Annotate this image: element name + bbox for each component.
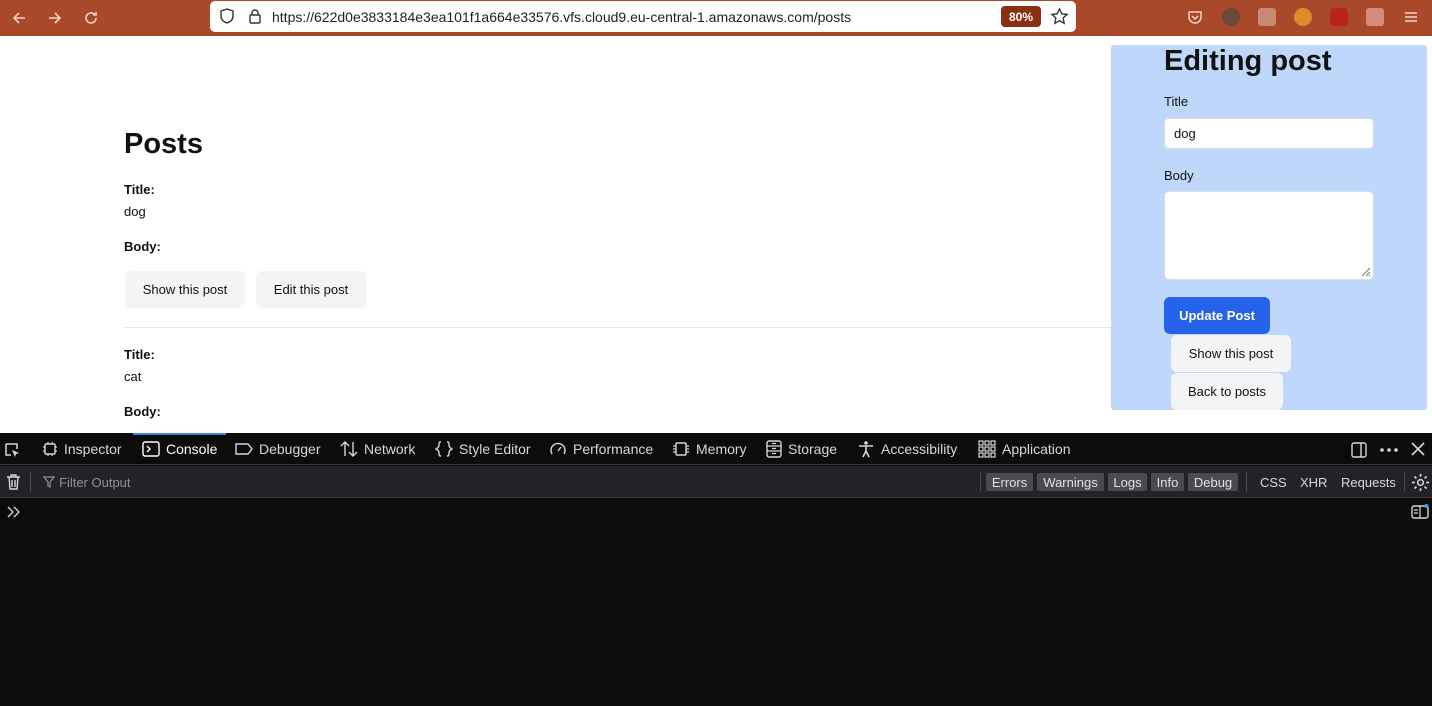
separator bbox=[1404, 472, 1405, 492]
post-title-label: Title: bbox=[124, 347, 155, 362]
body-field-label: Body bbox=[1164, 168, 1194, 183]
separator bbox=[1246, 472, 1247, 492]
console-output[interactable] bbox=[0, 499, 1432, 706]
panel-show-post-button[interactable]: Show this post bbox=[1171, 335, 1291, 372]
inspector-icon bbox=[43, 442, 57, 456]
pocket-icon[interactable] bbox=[1186, 8, 1204, 26]
tab-label: Network bbox=[364, 441, 416, 457]
forward-button[interactable] bbox=[44, 7, 66, 29]
tab-label: Debugger bbox=[259, 441, 321, 457]
memory-chip-icon bbox=[673, 442, 689, 456]
tab-label: Style Editor bbox=[459, 441, 531, 457]
tab-label: Console bbox=[166, 441, 218, 457]
tab-label: Performance bbox=[573, 441, 654, 457]
separator bbox=[980, 472, 981, 492]
filter-logs-toggle[interactable]: Logs bbox=[1108, 473, 1147, 491]
braces-icon bbox=[435, 441, 453, 457]
edit-post-panel: Editing post Title dog Body Update Post … bbox=[1111, 45, 1427, 410]
tab-performance[interactable]: Performance bbox=[549, 433, 653, 465]
filter-funnel-icon bbox=[43, 476, 55, 488]
console-icon bbox=[142, 441, 160, 457]
lock-icon[interactable] bbox=[246, 7, 264, 25]
extension-grid-icon[interactable] bbox=[1366, 8, 1384, 26]
element-picker-icon[interactable] bbox=[3, 441, 21, 459]
post-body-label: Body: bbox=[124, 239, 161, 254]
resize-grip-icon[interactable] bbox=[1361, 267, 1371, 277]
tab-debugger[interactable]: Debugger bbox=[235, 433, 321, 465]
tab-label: Accessibility bbox=[881, 441, 958, 457]
separator bbox=[30, 472, 31, 492]
application-grid-icon bbox=[978, 440, 996, 458]
back-to-posts-button[interactable]: Back to posts bbox=[1171, 373, 1283, 410]
devtools-tab-bar: Inspector Console Debugger Network Style… bbox=[0, 433, 1432, 465]
post-title-label: Title: bbox=[124, 182, 155, 197]
filter-xhr-toggle[interactable]: XHR bbox=[1300, 475, 1327, 490]
filter-debug-toggle[interactable]: Debug bbox=[1188, 473, 1238, 491]
chevron-double-right-icon bbox=[7, 506, 20, 518]
console-filter-bar: Filter Output Errors Warnings Logs Info … bbox=[0, 466, 1432, 498]
ublock-icon[interactable] bbox=[1330, 8, 1348, 26]
post-divider bbox=[124, 327, 1112, 328]
title-field-label: Title bbox=[1164, 94, 1189, 109]
split-console-icon[interactable] bbox=[1411, 504, 1429, 520]
url-text[interactable]: https://622d0e3833184e3ea101f1a664e33576… bbox=[272, 9, 851, 25]
title-input[interactable]: dog bbox=[1164, 118, 1374, 149]
debugger-icon bbox=[235, 443, 253, 455]
extension-c-icon[interactable] bbox=[1294, 8, 1312, 26]
page-viewport: Posts Title: dog Body: Show this post Ed… bbox=[0, 36, 1432, 433]
filter-info-toggle[interactable]: Info bbox=[1151, 473, 1184, 491]
tab-accessibility[interactable]: Accessibility bbox=[857, 433, 957, 465]
post-title-value: dog bbox=[124, 204, 146, 219]
profile-avatar-icon[interactable] bbox=[1222, 8, 1240, 26]
performance-gauge-icon bbox=[550, 442, 566, 455]
storage-icon bbox=[766, 440, 782, 458]
tab-inspector[interactable]: Inspector bbox=[42, 433, 122, 465]
tab-label: Memory bbox=[696, 441, 747, 457]
more-options-icon[interactable] bbox=[1379, 441, 1399, 459]
star-icon[interactable] bbox=[1050, 7, 1069, 26]
trash-icon[interactable] bbox=[5, 473, 22, 491]
tab-label: Inspector bbox=[64, 441, 122, 457]
update-post-button[interactable]: Update Post bbox=[1164, 297, 1270, 334]
edit-panel-title: Editing post bbox=[1164, 45, 1332, 77]
network-icon bbox=[340, 441, 358, 457]
tab-console[interactable]: Console bbox=[142, 433, 217, 465]
zoom-badge[interactable]: 80% bbox=[1001, 6, 1041, 27]
edit-post-button[interactable]: Edit this post bbox=[256, 271, 366, 308]
tab-label: Application bbox=[1002, 441, 1071, 457]
arrow-right-icon bbox=[49, 12, 62, 24]
filter-warnings-toggle[interactable]: Warnings bbox=[1037, 473, 1104, 491]
tab-memory[interactable]: Memory bbox=[672, 433, 747, 465]
post-title-value: cat bbox=[124, 369, 142, 384]
reload-icon bbox=[85, 12, 97, 24]
show-post-button[interactable]: Show this post bbox=[125, 271, 245, 308]
extension-k-icon[interactable] bbox=[1258, 8, 1276, 26]
back-button[interactable] bbox=[8, 7, 30, 29]
gear-icon[interactable] bbox=[1411, 473, 1430, 492]
shield-icon[interactable] bbox=[218, 7, 236, 25]
tab-style-editor[interactable]: Style Editor bbox=[435, 433, 531, 465]
reload-button[interactable] bbox=[80, 7, 102, 29]
tab-network[interactable]: Network bbox=[340, 433, 415, 465]
devtools-panel: Inspector Console Debugger Network Style… bbox=[0, 433, 1432, 706]
close-icon[interactable] bbox=[1410, 441, 1426, 457]
tab-storage[interactable]: Storage bbox=[766, 433, 837, 465]
dock-side-icon[interactable] bbox=[1350, 441, 1368, 459]
filter-errors-toggle[interactable]: Errors bbox=[986, 473, 1033, 491]
browser-toolbar: https://622d0e3833184e3ea101f1a664e33576… bbox=[0, 0, 1432, 36]
tab-application[interactable]: Application bbox=[978, 433, 1071, 465]
body-textarea[interactable] bbox=[1164, 191, 1374, 280]
accessibility-icon bbox=[859, 441, 873, 458]
url-bar[interactable]: https://622d0e3833184e3ea101f1a664e33576… bbox=[210, 1, 1076, 32]
menu-icon[interactable] bbox=[1402, 8, 1420, 26]
arrow-left-icon bbox=[12, 12, 25, 24]
tab-label: Storage bbox=[788, 441, 838, 457]
page-title: Posts bbox=[124, 128, 203, 160]
filter-output-input[interactable]: Filter Output bbox=[59, 475, 131, 490]
filter-requests-toggle[interactable]: Requests bbox=[1341, 475, 1396, 490]
post-body-label: Body: bbox=[124, 404, 161, 419]
filter-css-toggle[interactable]: CSS bbox=[1260, 475, 1287, 490]
